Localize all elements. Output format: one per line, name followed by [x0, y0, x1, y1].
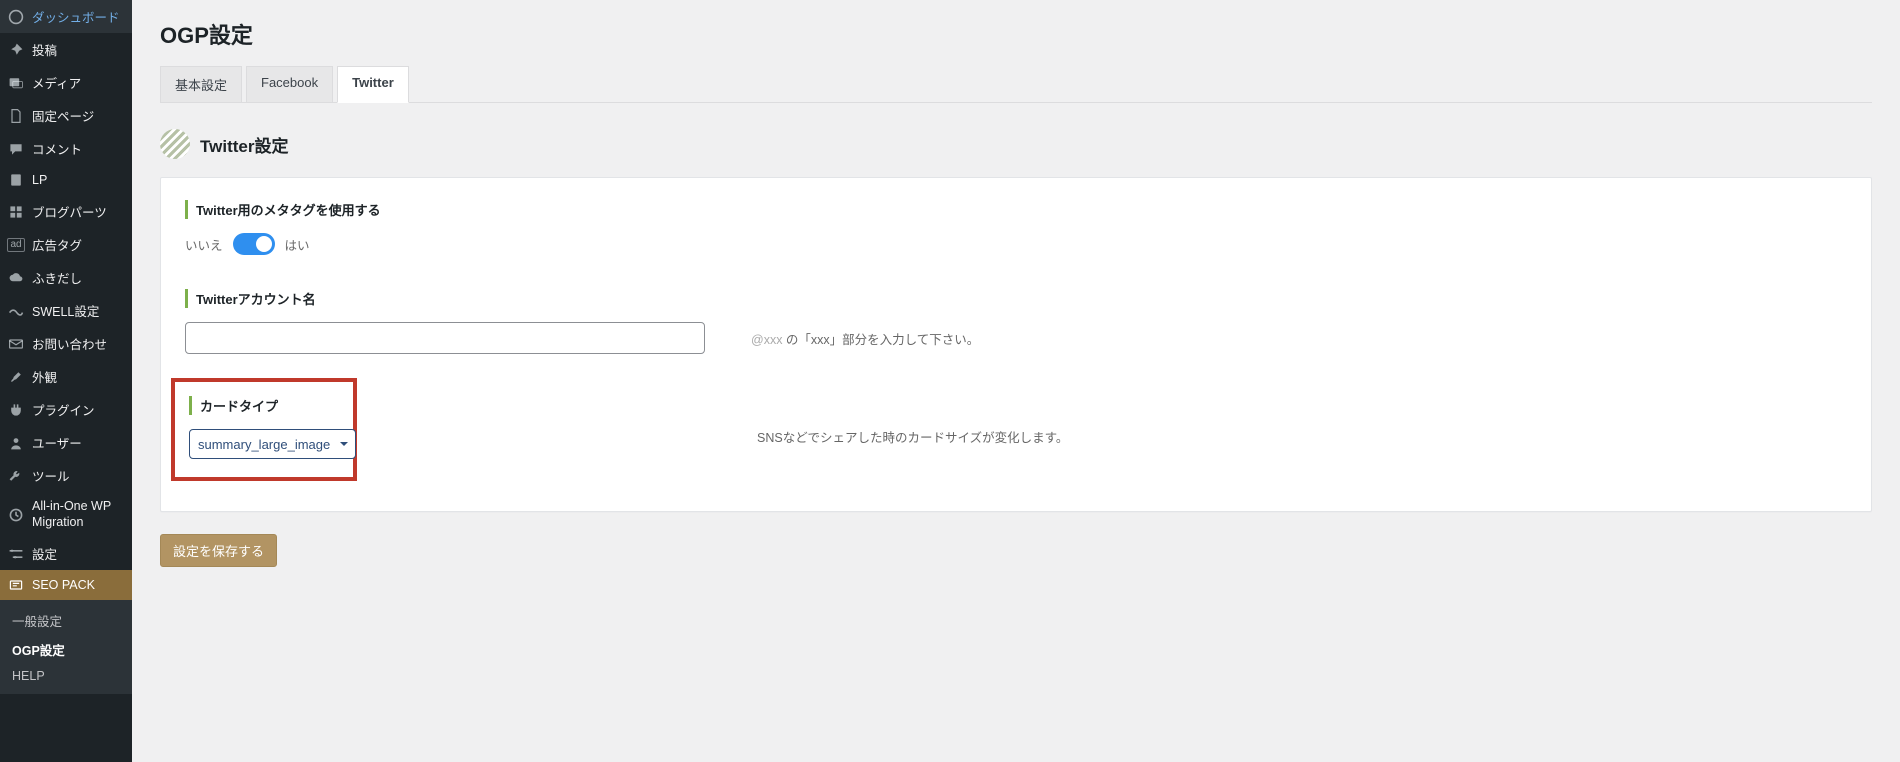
seo-icon	[8, 577, 24, 593]
toggle-off-label: いいえ	[185, 235, 223, 254]
dashboard-icon	[8, 9, 24, 25]
field-label-cardtype: カードタイプ	[189, 396, 339, 415]
sidebar-sub-general[interactable]: 一般設定	[0, 606, 132, 635]
tab-bar: 基本設定 Facebook Twitter	[160, 66, 1872, 103]
sidebar-item-label: ユーザー	[32, 433, 82, 452]
section-title: Twitter設定	[200, 132, 288, 157]
sidebar-item-label: SEO PACK	[32, 578, 95, 592]
sidebar-item-settings[interactable]: 設定	[0, 537, 132, 570]
sidebar-item-label: メディア	[32, 73, 81, 92]
save-button[interactable]: 設定を保存する	[160, 534, 277, 567]
sidebar-item-dashboard[interactable]: ダッシュボード	[0, 0, 132, 33]
account-help: @xxx の「xxx」部分を入力して下さい。	[751, 329, 979, 348]
brush-icon	[8, 369, 24, 385]
tab-twitter[interactable]: Twitter	[337, 66, 409, 103]
sidebar-item-appearance[interactable]: 外観	[0, 360, 132, 393]
sidebar-item-label: All-in-One WP Migration	[32, 499, 124, 530]
pin-icon	[8, 42, 24, 58]
section-hatch-icon	[160, 129, 190, 159]
sidebar-item-label: 外観	[32, 367, 57, 386]
toggle-group-metatag: いいえ はい	[185, 233, 1847, 255]
card-type-select[interactable]: summary_large_image	[189, 429, 356, 459]
sidebar-item-label: ふきだし	[32, 268, 82, 287]
sidebar-submenu: 一般設定 OGP設定 HELP	[0, 600, 132, 694]
sidebar-item-posts[interactable]: 投稿	[0, 33, 132, 66]
doc-icon	[8, 172, 24, 188]
media-icon	[8, 75, 24, 91]
sidebar-item-lp[interactable]: LP	[0, 165, 132, 195]
sidebar-item-plugins[interactable]: プラグイン	[0, 393, 132, 426]
ad-icon: ad	[8, 237, 24, 253]
field-label-metatag: Twitter用のメタタグを使用する	[185, 200, 1847, 219]
admin-sidebar: ダッシュボード 投稿 メディア 固定ページ コメント LP ブログパーツ ad …	[0, 0, 132, 762]
sidebar-item-swell[interactable]: SWELL設定	[0, 294, 132, 327]
cardtype-help: SNSなどでシェアした時のカードサイズが変化します。	[757, 427, 1068, 446]
sidebar-item-seopack[interactable]: SEO PACK	[0, 570, 132, 600]
sidebar-item-aio-migration[interactable]: All-in-One WP Migration	[0, 492, 132, 537]
sidebar-item-label: プラグイン	[32, 400, 95, 419]
account-help-rest: の「xxx」部分を入力して下さい。	[782, 333, 979, 347]
grid-icon	[8, 204, 24, 220]
sidebar-item-blogparts[interactable]: ブログパーツ	[0, 195, 132, 228]
migrate-icon	[8, 507, 24, 523]
swell-icon	[8, 303, 24, 319]
main-content: OGP設定 基本設定 Facebook Twitter Twitter設定 Tw…	[132, 0, 1900, 762]
sidebar-item-label: 固定ページ	[32, 106, 94, 125]
page-icon	[8, 108, 24, 124]
sidebar-item-adtag[interactable]: ad 広告タグ	[0, 228, 132, 261]
sidebar-sub-help[interactable]: HELP	[0, 664, 132, 688]
sidebar-item-label: ブログパーツ	[32, 202, 107, 221]
section-header: Twitter設定	[160, 129, 1872, 159]
sidebar-item-fukidashi[interactable]: ふきだし	[0, 261, 132, 294]
comment-icon	[8, 141, 24, 157]
sidebar-item-label: 広告タグ	[32, 235, 82, 254]
field-label-account: Twitterアカウント名	[185, 289, 1847, 308]
sidebar-item-comments[interactable]: コメント	[0, 132, 132, 165]
settings-icon	[8, 546, 24, 562]
page-title: OGP設定	[160, 18, 1872, 50]
sidebar-item-users[interactable]: ユーザー	[0, 426, 132, 459]
toggle-on-label: はい	[285, 235, 310, 254]
settings-panel: Twitter用のメタタグを使用する いいえ はい Twitterアカウント名 …	[160, 177, 1872, 512]
plugin-icon	[8, 402, 24, 418]
sidebar-item-label: コメント	[32, 139, 82, 158]
sidebar-item-pages[interactable]: 固定ページ	[0, 99, 132, 132]
sidebar-item-label: LP	[32, 173, 47, 187]
sidebar-item-label: お問い合わせ	[32, 334, 107, 353]
twitter-account-input[interactable]	[185, 322, 705, 354]
metatag-toggle[interactable]	[233, 233, 275, 255]
sidebar-item-label: SWELL設定	[32, 301, 99, 320]
sidebar-item-label: 設定	[32, 544, 57, 563]
user-icon	[8, 435, 24, 451]
cloud-icon	[8, 270, 24, 286]
sidebar-item-label: ツール	[32, 466, 70, 485]
mail-icon	[8, 336, 24, 352]
sidebar-item-label: 投稿	[32, 40, 57, 59]
sidebar-item-media[interactable]: メディア	[0, 66, 132, 99]
tool-icon	[8, 468, 24, 484]
sidebar-sub-ogp[interactable]: OGP設定	[0, 635, 132, 664]
sidebar-item-label: ダッシュボード	[32, 7, 120, 26]
tab-facebook[interactable]: Facebook	[246, 66, 333, 103]
card-type-highlight: カードタイプ summary_large_image	[171, 378, 357, 481]
tab-basic[interactable]: 基本設定	[160, 66, 242, 103]
account-help-at: @xxx	[751, 333, 782, 347]
sidebar-item-contact[interactable]: お問い合わせ	[0, 327, 132, 360]
sidebar-item-tools[interactable]: ツール	[0, 459, 132, 492]
